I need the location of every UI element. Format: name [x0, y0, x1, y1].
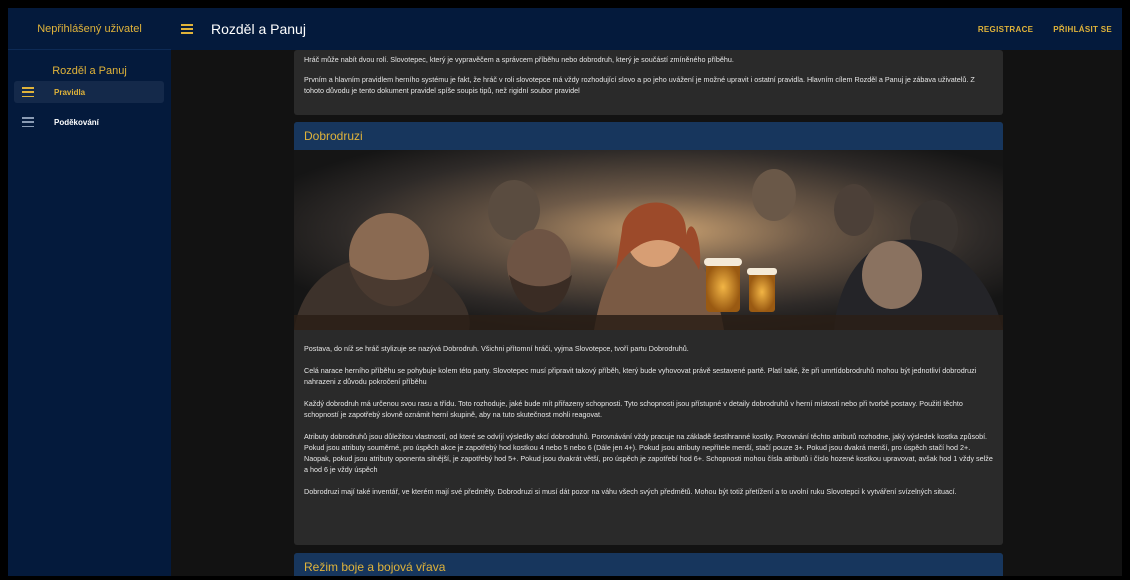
sidebar: Nepřihlášený uživatel Rozděl a Panuj Pra… [8, 8, 171, 576]
section-title: Režim boje a bojová vřava [294, 553, 1003, 576]
paragraph: Postava, do níž se hráč stylizuje se naz… [304, 344, 689, 353]
app-window: Nepřihlášený uživatel Rozděl a Panuj Pra… [8, 8, 1122, 576]
app-bar: Rozděl a Panuj REGISTRACE PŘIHLÁSIT SE [171, 8, 1122, 50]
list-icon [22, 87, 34, 97]
list-icon [22, 117, 34, 127]
user-status[interactable]: Nepřihlášený uživatel [8, 8, 171, 50]
hamburger-icon[interactable] [181, 24, 193, 34]
paragraph: Dobrodruzi mají také inventář, ve kterém… [304, 487, 957, 496]
main-content[interactable]: Hráč může nabít dvou rolí. Slovotepec, k… [171, 50, 1122, 576]
paragraph: Celá narace herního příběhu se pohybuje … [304, 366, 977, 386]
register-button[interactable]: REGISTRACE [978, 25, 1033, 34]
tavern-illustration [294, 150, 1003, 330]
appbar-actions: REGISTRACE PŘIHLÁSIT SE [958, 25, 1122, 34]
login-button[interactable]: PŘIHLÁSIT SE [1053, 25, 1112, 34]
paragraph: Každý dobrodruh má určenou svou rasu a t… [304, 399, 963, 419]
section-body: Postava, do níž se hráč stylizuje se naz… [294, 330, 1003, 497]
section-title: Dobrodruzi [294, 122, 1003, 150]
paragraph: Prvním a hlavním pravidlem herního systé… [304, 75, 975, 95]
sidebar-section-title: Rozděl a Panuj [52, 65, 127, 77]
app-title: Rozděl a Panuj [211, 21, 306, 37]
sidebar-item-pravidla[interactable]: Pravidla [14, 81, 164, 103]
combat-card: Režim boje a bojová vřava [294, 553, 1003, 576]
adventurers-card: Dobrodruzi Postava, do níž se hráč styli… [294, 122, 1003, 545]
sidebar-item-label: Pravidla [54, 87, 86, 97]
paragraph: Hráč může nabít dvou rolí. Slovotepec, k… [304, 55, 734, 64]
sidebar-item-podekovani[interactable]: Poděkování [14, 111, 164, 133]
sidebar-item-label: Poděkování [54, 117, 99, 127]
paragraph: Atributy dobrodruhů jsou důležitou vlast… [304, 432, 993, 474]
intro-card: Hráč může nabít dvou rolí. Slovotepec, k… [294, 50, 1003, 115]
